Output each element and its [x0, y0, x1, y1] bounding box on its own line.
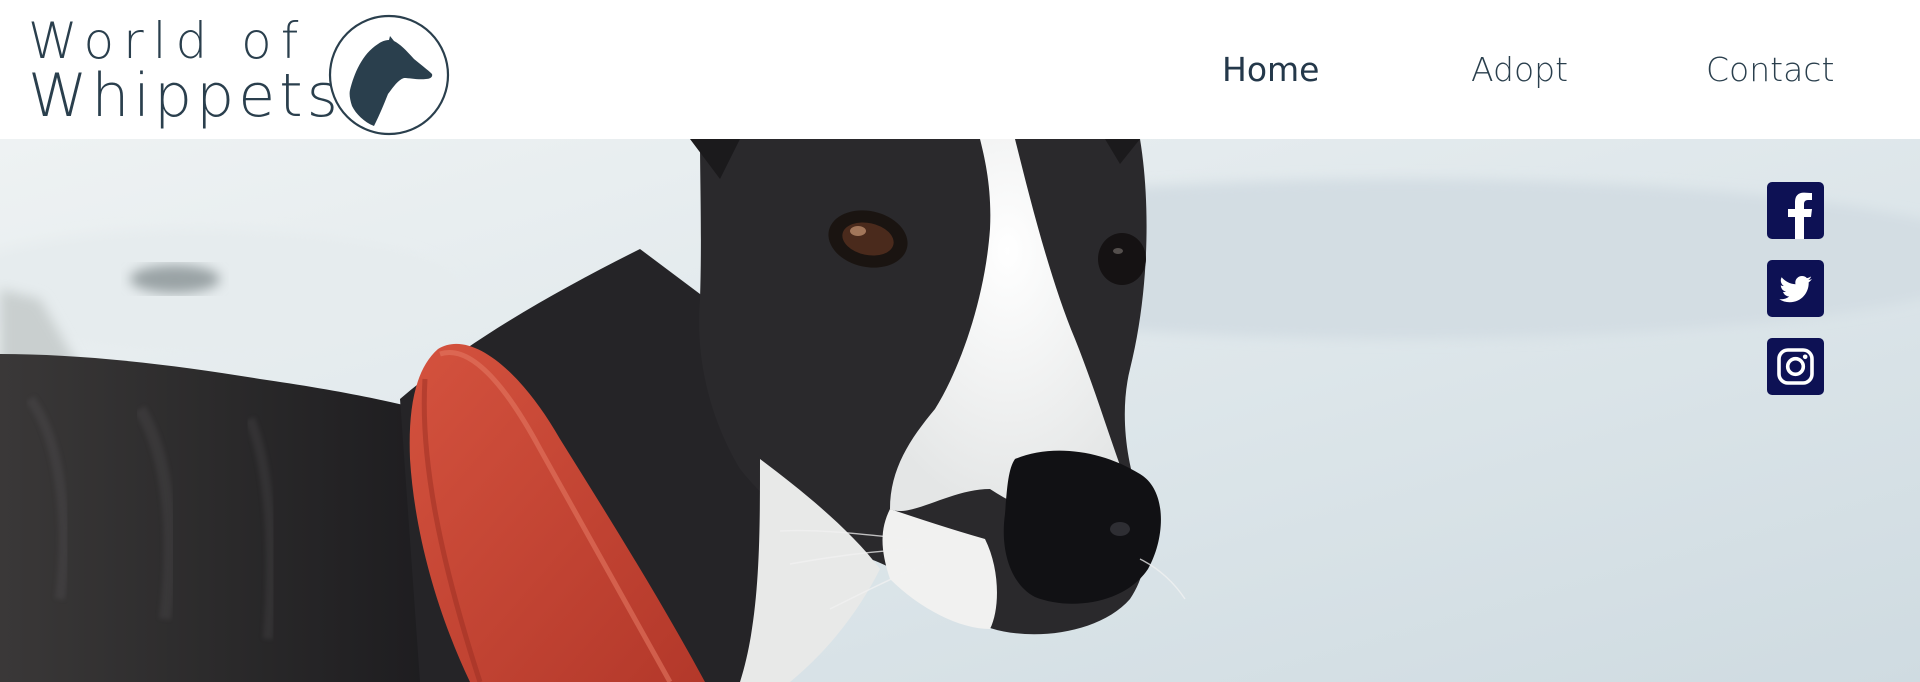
- nav-home[interactable]: Home: [1222, 50, 1319, 89]
- twitter-icon[interactable]: [1767, 260, 1824, 317]
- logo-text-line2: Whippets: [28, 61, 342, 131]
- instagram-icon[interactable]: [1767, 338, 1824, 395]
- site-logo[interactable]: World of Whippets: [28, 12, 458, 136]
- whippet-photo: [0, 139, 1920, 682]
- facebook-icon[interactable]: [1767, 182, 1824, 239]
- nav-adopt[interactable]: Adopt: [1471, 50, 1568, 89]
- nav-contact[interactable]: Contact: [1706, 50, 1834, 89]
- whippet-head-icon: [328, 14, 450, 136]
- hero-image: [0, 139, 1920, 682]
- logo-text-line1: World of: [28, 12, 308, 70]
- site-header: World of Whippets Home Adopt Contact: [0, 0, 1920, 139]
